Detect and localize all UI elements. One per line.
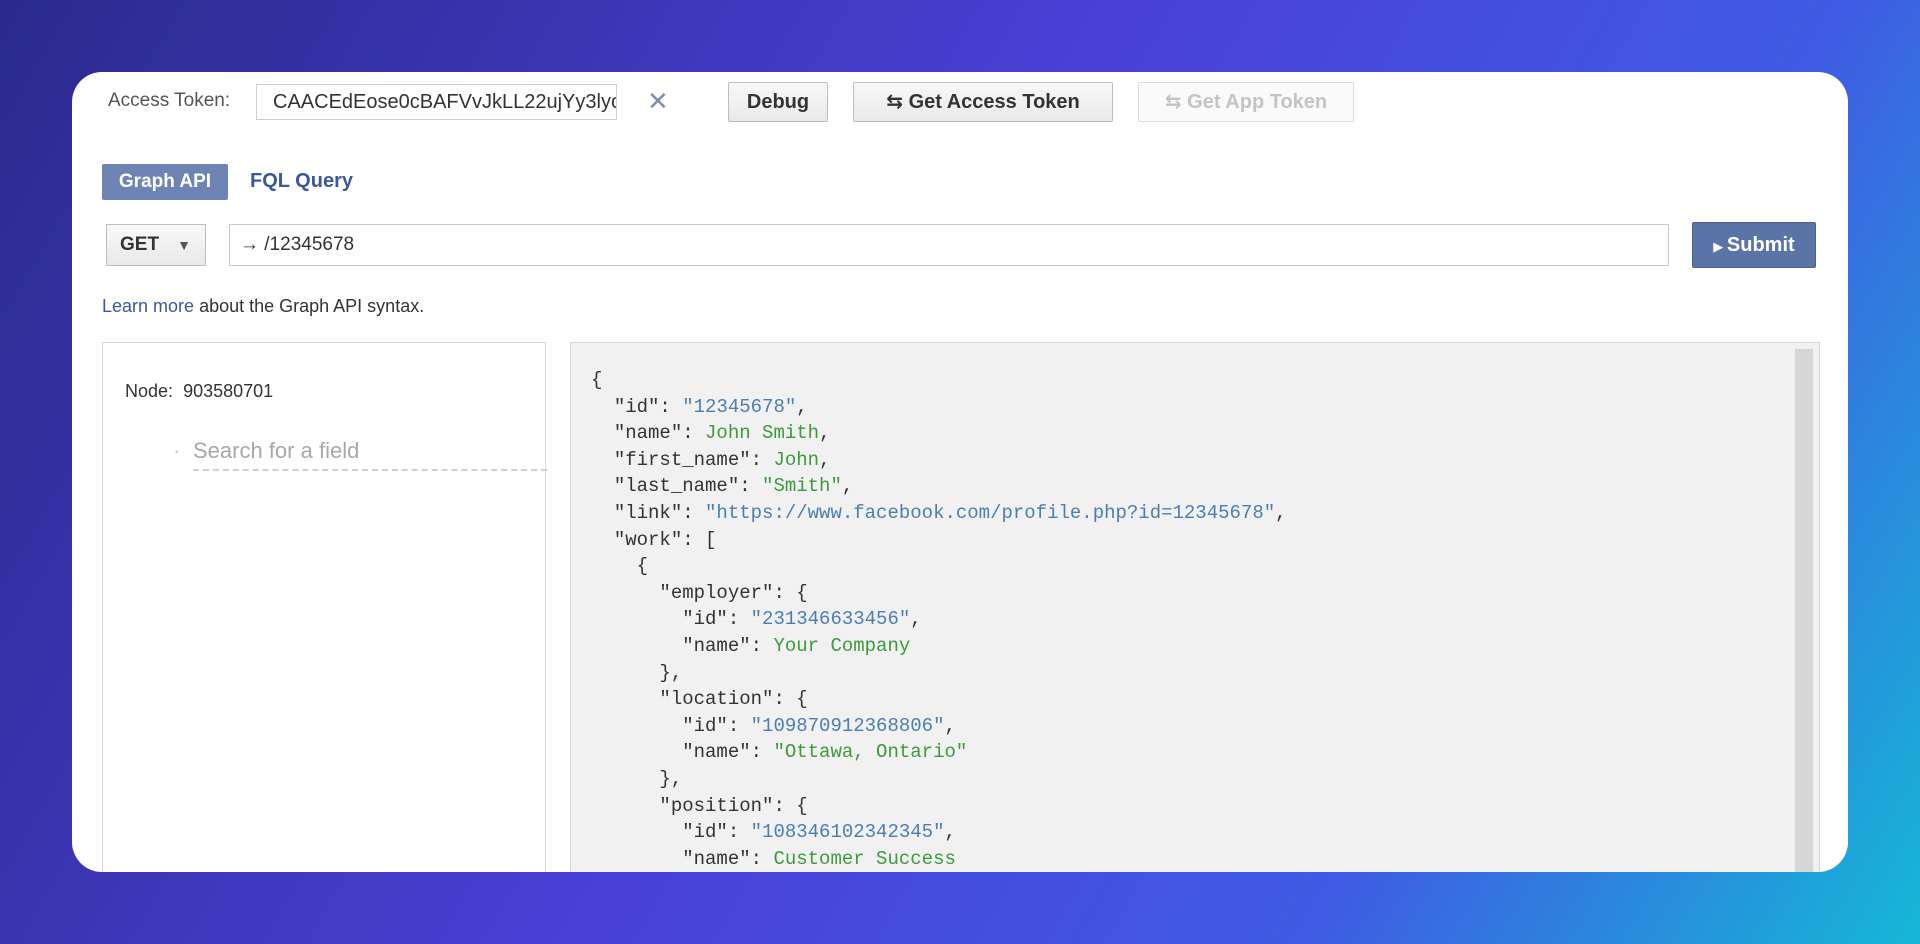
get-app-token-button[interactable]: ⇆ Get App Token	[1138, 82, 1354, 122]
json-key: "name":	[682, 741, 774, 764]
json-value: John Smith	[705, 422, 820, 445]
json-line: "id": "109870912368806",	[591, 715, 956, 737]
json-line: "first_name": John,	[591, 448, 831, 471]
json-line: "last_name": "Smith",	[591, 475, 853, 497]
json-key: "name":	[682, 635, 774, 657]
json-key: ,	[819, 448, 831, 471]
json-key: "id":	[682, 821, 751, 844]
method-select[interactable]: GET ▼	[106, 224, 206, 266]
submit-label: Submit	[1726, 234, 1795, 256]
json-key: "name":	[613, 422, 706, 445]
json-line: "id": "108346102342345",	[591, 821, 956, 843]
json-key: "name":	[682, 847, 774, 870]
json-key: "id":	[613, 395, 683, 418]
json-line: "name": Customer Success	[591, 848, 956, 870]
json-line: "link": "https://www.facebook.com/profil…	[591, 502, 1287, 524]
tab-fql-query[interactable]: FQL Query	[250, 170, 353, 193]
json-line: "id": "231346633456",	[591, 608, 922, 631]
bullet-icon: ·	[173, 438, 181, 463]
help-suffix: about the Graph API syntax.	[194, 296, 425, 316]
json-key: "work": [	[613, 528, 717, 551]
json-key: "location": {	[659, 688, 808, 711]
json-key: ,	[819, 422, 831, 445]
json-value: Your Company	[773, 635, 911, 657]
json-key: "position": {	[659, 794, 808, 817]
node-info: Node: 903580701	[125, 381, 273, 402]
clear-token-icon[interactable]: ✕	[647, 88, 669, 114]
search-placeholder: Search for a field	[193, 438, 360, 463]
json-key: {	[636, 555, 649, 578]
json-key: },	[659, 768, 683, 790]
get-access-token-button[interactable]: ⇆ Get Access Token	[853, 82, 1113, 122]
json-key: ,	[796, 395, 808, 418]
json-value: "109870912368806"	[750, 714, 945, 737]
json-line: "work": [	[591, 528, 717, 551]
json-key: "link":	[613, 502, 706, 524]
json-key: },	[659, 661, 683, 684]
graph-explorer-window: Access Token: CAACEdEose0cBAFVvJkLL22ujY…	[72, 72, 1848, 872]
search-field-input[interactable]: · Search for a field	[173, 433, 547, 471]
debug-button[interactable]: Debug	[728, 82, 828, 122]
node-label: Node:	[125, 381, 174, 401]
play-icon: ▶	[1713, 239, 1727, 254]
json-value: "Smith"	[762, 475, 842, 498]
tab-graph-api[interactable]: Graph API	[102, 164, 228, 200]
json-key: ,	[1275, 502, 1287, 524]
access-token-label: Access Token:	[108, 90, 231, 111]
json-key: "id":	[682, 714, 751, 737]
json-value: "108346102342345"	[750, 821, 945, 844]
field-panel: Node: 903580701 · Search for a field	[102, 342, 547, 872]
json-line: {	[591, 369, 602, 391]
json-line: },	[591, 768, 682, 790]
json-value: "231346633456"	[750, 608, 911, 631]
scrollbar[interactable]	[1795, 349, 1813, 872]
json-value: John	[773, 448, 820, 471]
json-value: "Ottawa, Ontario"	[773, 741, 968, 764]
json-key: ,	[944, 821, 956, 844]
json-value: "12345678"	[682, 395, 797, 418]
json-line: "employer": {	[591, 581, 808, 604]
method-value: GET	[120, 234, 160, 255]
json-line: "location": {	[591, 688, 808, 711]
json-key: "first_name":	[613, 448, 774, 471]
access-token-input[interactable]: CAACEdEose0cBAFVvJkLL22ujYy3lyo67ETOox6b…	[256, 84, 617, 120]
submit-button[interactable]: ▶ Submit	[1692, 222, 1816, 268]
json-line: },	[591, 662, 682, 684]
json-value: "https://www.facebook.com/profile.php?id…	[705, 502, 1276, 524]
json-key: ,	[841, 475, 854, 498]
json-line: "name": Your Company	[591, 635, 910, 657]
json-key: "employer": {	[659, 581, 808, 604]
json-line: "name": John Smith,	[591, 422, 831, 445]
json-response-panel: { "id": "12345678", "name": John Smith, …	[570, 342, 1820, 872]
chevron-down-icon: ▼	[177, 237, 191, 253]
json-value: Customer Success	[773, 847, 956, 870]
node-id: 903580701	[183, 381, 274, 401]
json-line: "name": "Ottawa, Ontario"	[591, 741, 967, 763]
json-line: "position": {	[591, 794, 808, 817]
path-input[interactable]: → /12345678	[229, 224, 1669, 266]
json-line: "id": "12345678",	[591, 396, 808, 418]
json-key: {	[591, 369, 603, 391]
json-line: {	[591, 555, 648, 577]
json-key: "last_name":	[613, 475, 763, 498]
help-text: Learn more about the Graph API syntax.	[102, 296, 424, 317]
json-key: "id":	[682, 608, 751, 631]
json-key: ,	[944, 714, 956, 737]
learn-more-link[interactable]: Learn more	[102, 296, 194, 316]
json-key: ,	[910, 608, 922, 631]
